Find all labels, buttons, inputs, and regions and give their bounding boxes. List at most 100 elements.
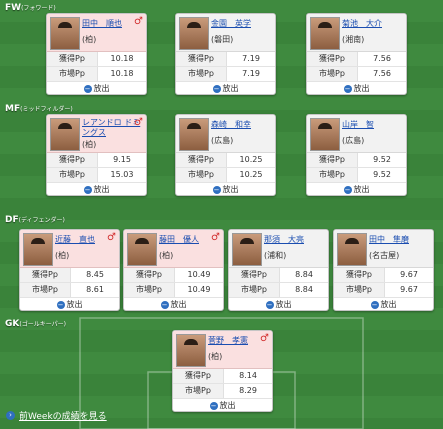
player-card-header: 近藤 直也 (柏) ♂ [20, 230, 119, 268]
release-label[interactable]: 放出 [220, 400, 236, 411]
player-card: 菊池 大介 (湘南) 獲得Pp 7.56 市場Pp 7.56 − 放出 [306, 13, 407, 95]
male-icon: ♂ [134, 16, 143, 27]
market-label: 市場Pp [47, 168, 98, 182]
player-card-header: 金園 英学 (磐田) [176, 14, 275, 52]
player-card-header: 那須 大亮 (浦和) [229, 230, 328, 268]
gain-label: 獲得Pp [334, 268, 385, 282]
release-label[interactable]: 放出 [276, 299, 292, 310]
arrow-right-icon: › [6, 411, 15, 420]
player-photo [310, 118, 340, 151]
player-name-link[interactable]: 田中 隼磨 [369, 234, 409, 245]
market-value: 7.19 [242, 69, 260, 78]
player-name-link[interactable]: 森崎 和幸 [211, 119, 251, 130]
position-sub: (フォワード) [21, 5, 56, 12]
previous-week-link[interactable]: › 前Weekの成績を見る [6, 409, 107, 422]
market-row: 市場Pp 9.52 [307, 168, 406, 183]
release-label[interactable]: 放出 [223, 83, 239, 94]
player-card-header: レアンドロ ドミングス (柏) ♂ [47, 115, 146, 153]
release-label[interactable]: 放出 [171, 299, 187, 310]
gain-label: 獲得Pp [47, 52, 98, 66]
player-card: 田中 順也 (柏) ♂ 獲得Pp 10.18 市場Pp 10.18 − 放出 [46, 13, 147, 95]
position-code: DF [5, 215, 19, 225]
minus-icon: − [370, 300, 379, 309]
player-card: 森崎 和幸 (広島) 獲得Pp 10.25 市場Pp 10.25 − 放出 [175, 114, 276, 196]
player-name-link[interactable]: 田中 順也 [82, 18, 122, 29]
player-name-link[interactable]: 山岸 智 [342, 119, 374, 130]
minus-icon: − [343, 84, 352, 93]
player-name-link[interactable]: 近藤 直也 [55, 234, 95, 245]
player-name-link[interactable]: 那須 大亮 [264, 234, 304, 245]
player-team: (柏) [82, 140, 97, 149]
gain-label: 獲得Pp [124, 268, 175, 282]
release-label[interactable]: 放出 [381, 299, 397, 310]
gain-label: 獲得Pp [47, 153, 98, 167]
player-photo [232, 233, 262, 266]
gain-label: 獲得Pp [20, 268, 71, 282]
player-name-link[interactable]: 金園 英学 [211, 18, 251, 29]
market-label: 市場Pp [334, 283, 385, 297]
market-label: 市場Pp [307, 67, 358, 81]
release-button[interactable]: − 放出 [173, 399, 272, 411]
release-button[interactable]: − 放出 [20, 298, 119, 310]
minus-icon: − [56, 300, 65, 309]
gain-label: 獲得Pp [307, 52, 358, 66]
male-icon: ♂ [211, 232, 220, 243]
market-value: 9.67 [400, 285, 418, 294]
market-row: 市場Pp 8.29 [173, 384, 272, 399]
market-value: 9.52 [373, 170, 391, 179]
player-card: レアンドロ ドミングス (柏) ♂ 獲得Pp 9.15 市場Pp 15.03− 放出 [46, 114, 147, 196]
player-team: (磐田) [211, 35, 234, 44]
gain-row: 獲得Pp 8.45 [20, 268, 119, 283]
release-button[interactable]: − 放出 [307, 82, 406, 94]
market-value: 8.29 [239, 386, 257, 395]
release-label[interactable]: 放出 [67, 299, 83, 310]
player-name-link[interactable]: 藤田 優人 [159, 234, 199, 245]
release-button[interactable]: − 放出 [176, 82, 275, 94]
position-code: GK [5, 319, 20, 329]
market-label: 市場Pp [176, 168, 227, 182]
release-button[interactable]: − 放出 [176, 183, 275, 195]
player-card-header: 田中 隼磨 (名古屋) [334, 230, 433, 268]
gain-label: 獲得Pp [176, 52, 227, 66]
player-card-header: 菊池 大介 (湘南) [307, 14, 406, 52]
release-button[interactable]: − 放出 [124, 298, 223, 310]
release-button[interactable]: − 放出 [47, 183, 146, 195]
market-value: 15.03 [110, 170, 134, 179]
market-label: 市場Pp [176, 67, 227, 81]
player-card: 那須 大亮 (浦和) 獲得Pp 8.84 市場Pp 8.84 − 放出 [228, 229, 329, 311]
release-button[interactable]: − 放出 [47, 82, 146, 94]
market-value: 10.25 [239, 170, 263, 179]
gain-row: 獲得Pp 10.49 [124, 268, 223, 283]
previous-week-link-text[interactable]: 前Weekの成績を見る [19, 409, 107, 422]
player-photo [310, 17, 340, 50]
gain-label: 獲得Pp [229, 268, 280, 282]
player-name-link[interactable]: 菊池 大介 [342, 18, 382, 29]
release-button[interactable]: − 放出 [229, 298, 328, 310]
release-button[interactable]: − 放出 [307, 183, 406, 195]
player-photo [50, 118, 80, 151]
gain-value: 9.67 [400, 270, 418, 279]
gain-value: 7.56 [373, 54, 391, 63]
release-label[interactable]: 放出 [223, 184, 239, 195]
gain-value: 10.49 [187, 270, 211, 279]
gain-row: 獲得Pp 10.25 [176, 153, 275, 168]
minus-icon: − [83, 84, 92, 93]
release-button[interactable]: − 放出 [334, 298, 433, 310]
market-row: 市場Pp 9.67 [334, 283, 433, 298]
player-card: 近藤 直也 (柏) ♂ 獲得Pp 8.45 市場Pp 8.61 − 放出 [19, 229, 120, 311]
market-label: 市場Pp [20, 283, 71, 297]
market-row: 市場Pp 15.03 [47, 168, 146, 183]
minus-icon: − [212, 185, 221, 194]
gain-row: 獲得Pp 7.56 [307, 52, 406, 67]
position-sub: (ディフェンダー) [18, 217, 65, 224]
release-label[interactable]: 放出 [354, 83, 370, 94]
release-label[interactable]: 放出 [94, 83, 110, 94]
player-card: 田中 隼磨 (名古屋) 獲得Pp 9.67 市場Pp 9.67 − 放出 [333, 229, 434, 311]
release-label[interactable]: 放出 [354, 184, 370, 195]
release-label[interactable]: 放出 [94, 184, 110, 195]
minus-icon: − [209, 401, 218, 410]
player-name-link[interactable]: 菅野 孝憲 [208, 335, 248, 346]
gain-value: 10.18 [110, 54, 134, 63]
position-sub: (ミッドフィルダー) [20, 106, 73, 113]
market-row: 市場Pp 10.49 [124, 283, 223, 298]
